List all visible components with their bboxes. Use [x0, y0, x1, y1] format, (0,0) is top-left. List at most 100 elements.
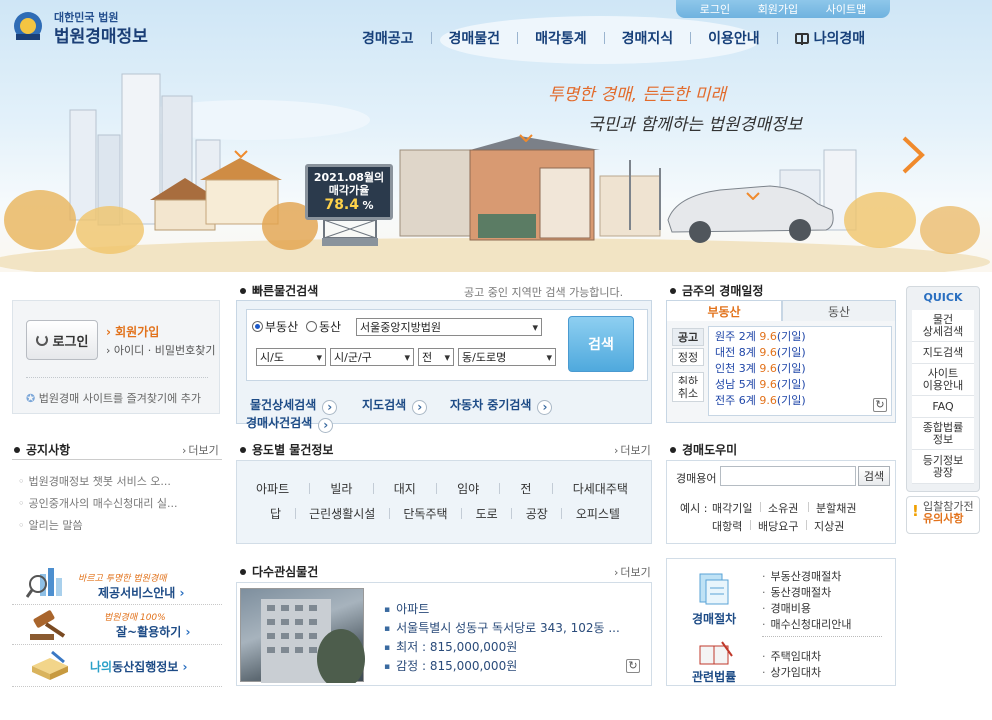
usage-forest[interactable]: 임야	[457, 480, 479, 497]
service-guide-link[interactable]: 제공서비스안내	[98, 584, 184, 601]
list-item[interactable]: 전주 6계 9.6(기일)	[715, 393, 885, 409]
quick-search-button[interactable]: 검색	[568, 316, 634, 372]
promo-tagline: 법원경매 100%	[104, 613, 166, 623]
login-button-label: 로그인	[52, 334, 89, 350]
schedule-filter-cancel[interactable]: 취소	[672, 384, 704, 402]
usage-detached-house[interactable]: 단독주택	[403, 505, 447, 522]
dictionary-example[interactable]: 배당요구	[758, 518, 798, 534]
notice-item[interactable]: 알리는 말씀	[18, 517, 83, 533]
login-button[interactable]: 로그인	[26, 320, 98, 360]
join-link-label: 회원가입	[115, 325, 160, 339]
procedure-link[interactable]: 동산경매절차	[762, 584, 832, 600]
notice-item[interactable]: 공인중개사의 매수신청대리 실...	[18, 495, 178, 511]
usage-more-link[interactable]: 더보기	[614, 442, 650, 458]
notice-more-link[interactable]: 더보기	[182, 442, 218, 458]
notice-item[interactable]: 법원경매정보 챗봇 서비스 오...	[18, 473, 171, 489]
find-id-password-link[interactable]: › 아이디 · 비밀번호찾기	[106, 342, 215, 358]
dictionary-example[interactable]: 분할채권	[816, 500, 856, 516]
procedure-link[interactable]: 매수신청대리안내	[762, 616, 852, 632]
util-sitemap-link[interactable]: 사이트맵	[826, 1, 866, 17]
quick-search-title: 빠른물건검색	[240, 282, 318, 299]
tab-schedule-realestate[interactable]: 부동산	[666, 300, 782, 322]
quick-item-map-search[interactable]: 지도검색	[912, 342, 974, 364]
dong-select[interactable]: 동/도로명	[458, 348, 556, 366]
divider	[12, 604, 222, 605]
util-join-link[interactable]: 회원가입	[758, 1, 798, 17]
list-item[interactable]: 성남 5계 9.6(기일)	[715, 377, 885, 393]
tab-schedule-movable[interactable]: 동산	[782, 300, 896, 322]
usage-field[interactable]: 전	[520, 480, 531, 497]
join-link[interactable]: › 회원가입	[106, 323, 159, 340]
nav-auction-notice[interactable]: 경매공고	[362, 28, 414, 48]
usage-paddy[interactable]: 답	[270, 505, 281, 522]
usage-neighborhood[interactable]: 근린생활시설	[309, 505, 375, 522]
my-movable-execution-link[interactable]: 나의동산집행정보	[90, 658, 187, 675]
refresh-icon[interactable]: ↻	[873, 398, 887, 412]
law-link[interactable]: 주택임대차	[762, 648, 822, 664]
dictionary-example[interactable]: 지상권	[814, 518, 844, 534]
dictionary-search-button[interactable]: 검색	[858, 466, 890, 486]
procedure-link[interactable]: 경매비용	[762, 600, 811, 616]
usage-villa[interactable]: 빌라	[330, 480, 352, 497]
property-photo[interactable]	[240, 588, 365, 689]
sido-select[interactable]: 시/도	[256, 348, 326, 366]
dictionary-search-input[interactable]	[720, 466, 856, 486]
nav-my-auction[interactable]: 나의경매	[794, 28, 865, 48]
usage-tips-link[interactable]: 잘~활용하기	[116, 623, 190, 640]
sale-rate-billboard[interactable]: 2021.08월의 매각가율 78.4 %	[305, 164, 393, 220]
schedule-filter-notice[interactable]: 공고	[672, 328, 704, 346]
quick-item-registry[interactable]: 등기정보 광장	[912, 450, 974, 484]
all-select[interactable]: 전	[418, 348, 454, 366]
property-type[interactable]: 아파트	[384, 600, 429, 617]
procedure-heading[interactable]: 경매절차	[692, 610, 736, 627]
usage-land[interactable]: 대지	[394, 480, 416, 497]
radio-realestate[interactable]: 부동산	[252, 318, 298, 335]
usage-road[interactable]: 도로	[476, 505, 498, 522]
dictionary-example[interactable]: 대항력	[712, 518, 742, 534]
property-address[interactable]: 서울특별시 성동구 독서당로 343, 102동 ...	[384, 619, 620, 636]
add-favorite-link[interactable]: ✪ 법원경매 사이트를 즐겨찾기에 추가	[26, 390, 201, 406]
law-link[interactable]: 상가임대차	[762, 664, 822, 680]
list-item[interactable]: 대전 8계 9.6(기일)	[715, 345, 885, 361]
usage-multiplex[interactable]: 다세대주택	[573, 480, 628, 497]
court-emblem-icon[interactable]	[8, 8, 48, 44]
car-search-link[interactable]: 자동차 중기검색 ›	[450, 396, 553, 415]
utility-bar: 로그인 회원가입 사이트맵	[676, 0, 890, 18]
banner-next-arrow-icon[interactable]	[898, 134, 926, 176]
case-search-link[interactable]: 경매사건검색 ›	[246, 414, 334, 433]
quick-item-site-guide[interactable]: 사이트 이용안내	[912, 364, 974, 396]
list-item[interactable]: 원주 2계 9.6(기일)	[715, 329, 885, 345]
property-appraisal: 감정 : 815,000,000원	[384, 657, 517, 674]
quick-item-detail-search[interactable]: 물건 상세검색	[912, 310, 974, 342]
procedure-link[interactable]: 부동산경매절차	[762, 568, 842, 584]
list-item[interactable]: 인천 3계 9.6(기일)	[715, 361, 885, 377]
usage-officetel[interactable]: 오피스텔	[576, 505, 620, 522]
dictionary-example[interactable]: 소유권	[768, 500, 798, 516]
radio-movable[interactable]: 동산	[306, 318, 341, 335]
quick-item-faq[interactable]: FAQ	[912, 396, 974, 418]
logo-title[interactable]: 법원경매정보	[54, 22, 148, 47]
law-heading[interactable]: 관련법률	[692, 668, 736, 685]
dictionary-example[interactable]: 매각기일	[712, 500, 752, 516]
sigungu-select[interactable]: 시/군/구	[330, 348, 414, 366]
chevron-down-icon	[234, 150, 248, 158]
court-select[interactable]: 서울중앙지방법원	[356, 318, 542, 336]
usage-apartment[interactable]: 아파트	[256, 480, 289, 497]
nav-usage-guide[interactable]: 이용안내	[708, 28, 760, 48]
refresh-icon[interactable]: ↻	[626, 659, 640, 673]
quick-item-legal-info[interactable]: 종합법률 정보	[912, 418, 974, 450]
schedule-filter-correction[interactable]: 정정	[672, 348, 704, 366]
nav-auction-knowledge[interactable]: 경매지식	[622, 28, 674, 48]
nav-auction-items[interactable]: 경매물건	[449, 28, 501, 48]
map-search-link[interactable]: 지도검색 ›	[362, 396, 428, 415]
util-login-link[interactable]: 로그인	[700, 1, 730, 17]
popular-more-link[interactable]: 더보기	[614, 564, 650, 580]
nav-sale-stats[interactable]: 매각통계	[535, 28, 587, 48]
usage-factory[interactable]: 공장	[526, 505, 548, 522]
property-min-price: 최저 : 815,000,000원	[384, 638, 517, 655]
chevron-right-icon: ›	[412, 400, 428, 415]
chevron-down-icon	[746, 192, 760, 200]
hero-banner: 대한민국 법원 법원경매정보 로그인 회원가입 사이트맵 경매공고 경매물건 매…	[0, 0, 992, 272]
star-icon: ✪	[26, 392, 36, 405]
detail-search-link[interactable]: 물건상세검색 ›	[250, 396, 338, 415]
